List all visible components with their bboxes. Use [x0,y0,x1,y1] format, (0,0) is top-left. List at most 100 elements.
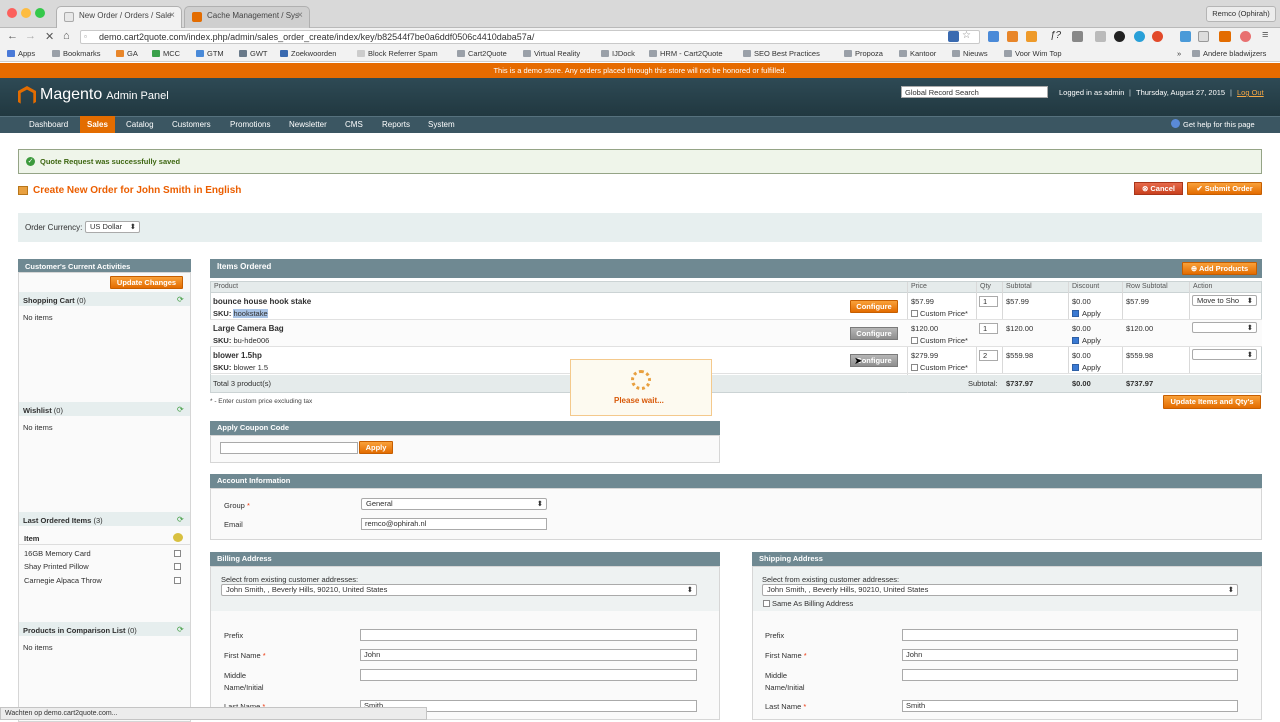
bookmark-item[interactable]: Zoekwoorden [280,49,336,58]
logout-link[interactable]: Log Out [1237,88,1264,97]
nav-dashboard[interactable]: Dashboard [22,116,75,133]
bookmark-folder[interactable]: SEO Best Practices [743,49,820,58]
bookmark-apps[interactable]: Apps [7,49,35,58]
home-icon[interactable]: ⌂ [63,30,70,42]
refresh-icon[interactable]: ⟳ [177,405,185,414]
billing-address-select[interactable]: John Smith, , Beverly Hills, 90210, Unit… [221,584,697,596]
back-icon[interactable]: ← [7,30,18,42]
extension-h-icon[interactable] [1007,31,1018,42]
qty-input[interactable]: 1 [979,323,998,334]
refresh-icon[interactable]: ⟳ [177,515,185,524]
menu-icon[interactable]: ≡ [1262,29,1268,41]
bookmark-folder[interactable]: Cart2Quote [457,49,507,58]
billing-prefix-field[interactable] [360,629,697,641]
bookmark-item[interactable]: MCC [152,49,180,58]
currency-select[interactable]: US Dollar ⬍ [85,221,140,233]
extension-icon[interactable] [1180,31,1191,42]
bookmark-item[interactable]: Block Referrer Spam [357,49,438,58]
update-items-button[interactable]: Update Items and Qty's [1163,395,1261,409]
bookmark-folder[interactable]: Voor Wim Top [1004,49,1062,58]
extension-off-icon[interactable] [1219,31,1231,42]
action-select[interactable]: Move to Sho ⬍ [1192,295,1257,306]
global-search-input[interactable]: Global Record Search [901,86,1048,98]
url-field[interactable]: demo.cart2quote.com/index.php/admin/sale… [80,30,980,44]
browser-tab-new-order[interactable]: New Order / Orders / Sale × [56,6,182,28]
bookmark-item[interactable]: GA [116,49,138,58]
apply-discount-checkbox[interactable] [1072,364,1079,371]
extension-icon[interactable] [988,31,999,42]
nav-promotions[interactable]: Promotions [223,116,277,133]
other-bookmarks[interactable]: Andere bladwijzers [1192,49,1266,58]
maximize-window-icon[interactable] [35,8,45,18]
bookmark-star-icon[interactable]: ☆ [962,30,971,41]
email-field[interactable]: remco@ophirah.nl [361,518,547,530]
bookmark-folder[interactable]: Kantoor [899,49,936,58]
shipping-address-select[interactable]: John Smith, , Beverly Hills, 90210, Unit… [762,584,1238,596]
bookmark-folder[interactable]: Nieuws [952,49,988,58]
nav-cms[interactable]: CMS [338,116,370,133]
nav-customers[interactable]: Customers [165,116,218,133]
extension-icon[interactable] [1095,31,1106,42]
extension-icon[interactable] [1026,31,1037,42]
custom-price-checkbox[interactable] [911,364,918,371]
bookmark-item[interactable]: GTM [196,49,224,58]
extension-icon[interactable] [1134,31,1145,42]
close-window-icon[interactable] [7,8,17,18]
extension-icon[interactable] [1198,31,1209,42]
custom-price-checkbox[interactable] [911,337,918,344]
cancel-button[interactable]: ⊗ Cancel [1134,182,1183,195]
bookmark-folder[interactable]: Virtual Reality [523,49,580,58]
bookmark-folder[interactable]: HRM - Cart2Quote [649,49,723,58]
configure-button[interactable]: Configure [850,327,898,340]
refresh-icon[interactable]: ⟳ [177,625,185,634]
nav-catalog[interactable]: Catalog [119,116,161,133]
stop-loading-icon[interactable]: ✕ [45,30,54,43]
bookmark-item[interactable]: GWT [239,49,268,58]
configure-button[interactable]: Configure [850,300,898,313]
bookmark-folder[interactable]: IJDock [601,49,635,58]
list-item-checkbox[interactable] [174,550,181,557]
shipping-prefix-field[interactable] [902,629,1238,641]
tab-close-icon[interactable]: × [297,10,303,21]
billing-first-name-field[interactable]: John [360,649,697,661]
extension-ls-icon[interactable] [948,31,959,42]
forward-icon[interactable]: → [25,30,36,42]
same-as-billing-checkbox[interactable] [763,600,770,607]
refresh-icon[interactable]: ⟳ [177,295,185,304]
apply-discount-checkbox[interactable] [1072,310,1079,317]
nav-newsletter[interactable]: Newsletter [282,116,334,133]
list-item-checkbox[interactable] [174,577,181,584]
extension-icon[interactable] [1072,31,1083,42]
submit-order-button[interactable]: ✔ Submit Order [1187,182,1262,195]
extension-icon[interactable] [1114,31,1125,42]
help-link[interactable]: Get help for this page [1183,120,1255,129]
billing-middle-name-field[interactable] [360,669,697,681]
qty-input[interactable]: 1 [979,296,998,307]
group-select[interactable]: General ⬍ [361,498,547,510]
qty-input[interactable]: 2 [979,350,998,361]
custom-price-checkbox[interactable] [911,310,918,317]
shipping-first-name-field[interactable]: John [902,649,1238,661]
add-products-button[interactable]: ⊕ Add Products [1182,262,1257,275]
shipping-last-name-field[interactable]: Smith [902,700,1238,712]
bookmark-folder[interactable]: Propoza [844,49,883,58]
extension-icon[interactable] [1240,31,1251,42]
extension-fx-icon[interactable]: ƒ? [1050,30,1061,41]
shipping-middle-name-field[interactable] [902,669,1238,681]
minimize-window-icon[interactable] [21,8,31,18]
nav-sales[interactable]: Sales [80,116,115,133]
profile-button[interactable]: Remco (Ophirah) [1206,6,1276,22]
apply-discount-checkbox[interactable] [1072,337,1079,344]
extension-icon[interactable] [1152,31,1163,42]
list-item-checkbox[interactable] [174,563,181,570]
browser-tab-cache[interactable]: Cache Management / Sys × [184,6,310,28]
action-select[interactable]: ⬍ [1192,322,1257,333]
bookmark-folder[interactable]: Bookmarks [52,49,101,58]
coupon-input[interactable] [220,442,358,454]
apply-coupon-button[interactable]: Apply [359,441,393,454]
update-changes-button[interactable]: Update Changes [110,276,183,289]
action-select[interactable]: ⬍ [1192,349,1257,360]
nav-reports[interactable]: Reports [375,116,417,133]
more-bookmarks-icon[interactable]: » [1177,49,1181,58]
tab-close-icon[interactable]: × [169,10,175,21]
